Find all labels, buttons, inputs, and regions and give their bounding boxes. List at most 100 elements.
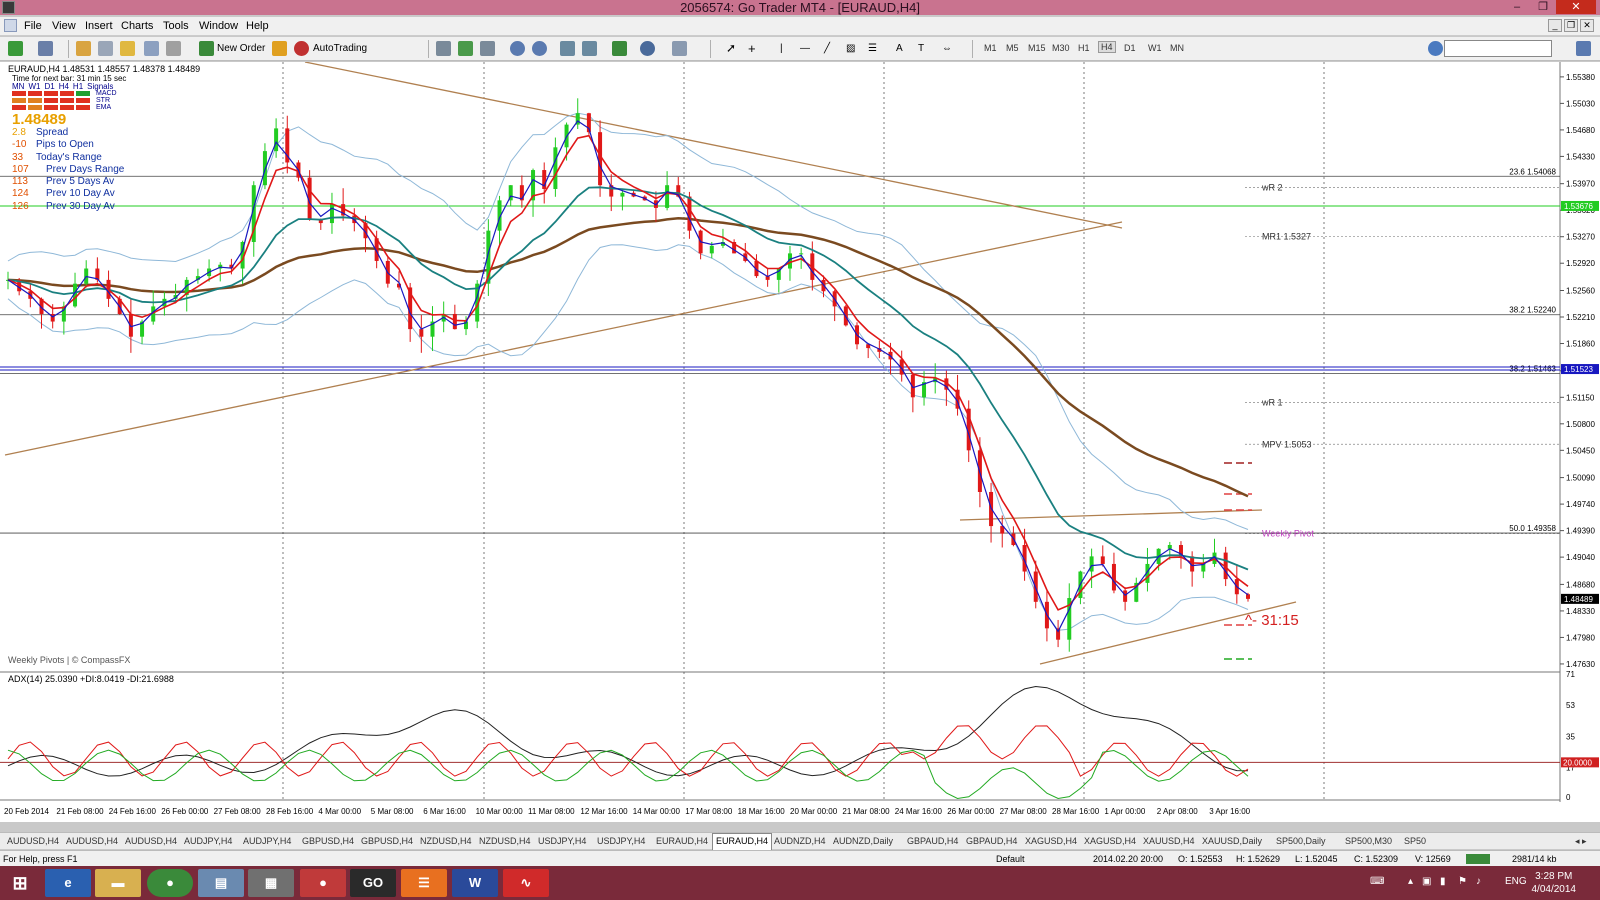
equidistant-channel-icon[interactable]: ▨: [846, 40, 855, 57]
taskbar-app-go-trader[interactable]: GO: [350, 869, 396, 897]
timeframe-m1[interactable]: M1: [984, 43, 997, 53]
autotrading-icon[interactable]: [294, 41, 309, 56]
line-chart-icon[interactable]: [480, 41, 495, 56]
symbol-tab[interactable]: NZDUSD,H4: [476, 834, 534, 849]
taskbar-app-ie[interactable]: e: [45, 869, 91, 897]
taskbar-app-paint[interactable]: ●: [300, 869, 346, 897]
menu-window[interactable]: Window: [199, 20, 238, 32]
symbol-tab[interactable]: GBPUSD,H4: [299, 834, 357, 849]
taskbar-app-word[interactable]: W: [452, 869, 498, 897]
symbol-tab[interactable]: AUDUSD,H4: [63, 834, 121, 849]
mdi-minimize-button[interactable]: _: [1548, 19, 1562, 32]
timeframe-m5[interactable]: M5: [1006, 43, 1019, 53]
volume-icon[interactable]: ♪: [1476, 876, 1481, 887]
taskbar-app-chrome[interactable]: ●: [147, 869, 193, 897]
symbol-tab[interactable]: SP50: [1401, 834, 1429, 849]
tab-scroll-arrows[interactable]: ◂ ▸: [1572, 834, 1590, 849]
symbol-tab[interactable]: EURAUD,H4: [653, 834, 711, 849]
tester-icon[interactable]: [166, 41, 181, 56]
symbol-tab[interactable]: XAUUSD,Daily: [1199, 834, 1265, 849]
symbol-tab[interactable]: AUDNZD,Daily: [830, 834, 896, 849]
symbol-tab[interactable]: XAGUSD,H4: [1022, 834, 1080, 849]
tray-arrow-icon[interactable]: ▴: [1408, 876, 1413, 887]
periods-icon[interactable]: [640, 41, 655, 56]
mdi-close-button[interactable]: ✕: [1580, 19, 1594, 32]
timeframe-d1[interactable]: D1: [1124, 43, 1136, 53]
new-order-icon[interactable]: [199, 41, 214, 56]
menu-file[interactable]: File: [24, 20, 42, 32]
symbol-tab[interactable]: USDJPY,H4: [535, 834, 589, 849]
timeframe-h4[interactable]: H4: [1098, 41, 1116, 53]
taskbar-app-explorer[interactable]: ▬: [95, 869, 141, 897]
start-button[interactable]: ⊞: [0, 869, 40, 897]
auto-scroll-icon[interactable]: [560, 41, 575, 56]
symbol-tab[interactable]: AUDJPY,H4: [240, 834, 294, 849]
terminal-icon[interactable]: [144, 41, 159, 56]
autotrading-button[interactable]: AutoTrading: [313, 40, 367, 57]
search-input[interactable]: [1444, 40, 1552, 57]
symbol-tab[interactable]: USDJPY,H4: [594, 834, 648, 849]
flag-icon[interactable]: ⚑: [1458, 876, 1467, 887]
horizontal-line-icon[interactable]: —: [800, 40, 810, 57]
symbol-tab[interactable]: AUDUSD,H4: [122, 834, 180, 849]
timeframe-mn[interactable]: MN: [1170, 43, 1184, 53]
clock[interactable]: 3:28 PM 4/04/2014: [1532, 870, 1577, 896]
restore-button[interactable]: ❐: [1530, 0, 1556, 14]
timeframe-m30[interactable]: M30: [1052, 43, 1070, 53]
symbol-tab[interactable]: GBPAUD,H4: [963, 834, 1020, 849]
chart-icon[interactable]: [4, 19, 17, 32]
taskbar-app-orange[interactable]: ☰: [401, 869, 447, 897]
close-button[interactable]: ✕: [1556, 0, 1596, 14]
price-chart[interactable]: 23.6 1.54068 38.2 1.52240 38.2 1.51463 50.0…: [0, 62, 1600, 822]
help-icon[interactable]: [1576, 41, 1591, 56]
text-label-icon[interactable]: T: [918, 40, 924, 57]
status-profile[interactable]: Default: [996, 851, 1025, 867]
menu-insert[interactable]: Insert: [85, 20, 113, 32]
community-icon[interactable]: [1428, 41, 1443, 56]
timeframe-w1[interactable]: W1: [1148, 43, 1162, 53]
taskbar-app-monitor[interactable]: ∿: [503, 869, 549, 897]
menu-view[interactable]: View: [52, 20, 76, 32]
timeframe-m15[interactable]: M15: [1028, 43, 1046, 53]
templates-icon[interactable]: [672, 41, 687, 56]
keyboard-icon[interactable]: ⌨: [1370, 876, 1384, 887]
data-window-icon[interactable]: [98, 41, 113, 56]
menu-tools[interactable]: Tools: [163, 20, 189, 32]
menu-help[interactable]: Help: [246, 20, 269, 32]
symbol-tab[interactable]: AUDUSD,H4: [4, 834, 62, 849]
menu-charts[interactable]: Charts: [121, 20, 153, 32]
candlestick-icon[interactable]: [458, 41, 473, 56]
network-icon[interactable]: ▣: [1422, 876, 1431, 887]
symbol-tab[interactable]: AUDJPY,H4: [181, 834, 235, 849]
symbol-tab[interactable]: GBPUSD,H4: [358, 834, 416, 849]
symbol-tab[interactable]: EURAUD,H4: [712, 833, 773, 850]
metaeditor-icon[interactable]: [272, 41, 287, 56]
mdi-restore-button[interactable]: ❐: [1564, 19, 1578, 32]
taskbar-app-calculator[interactable]: ▦: [248, 869, 294, 897]
chart-window[interactable]: 23.6 1.54068 38.2 1.52240 38.2 1.51463 50.0…: [0, 62, 1600, 822]
zoom-out-icon[interactable]: [532, 41, 547, 56]
symbol-tab[interactable]: SP500,M30: [1342, 834, 1395, 849]
vertical-line-icon[interactable]: |: [780, 40, 783, 57]
language-indicator[interactable]: ENG: [1505, 876, 1527, 887]
chart-shift-icon[interactable]: [582, 41, 597, 56]
navigator-icon[interactable]: [120, 41, 135, 56]
symbol-tab[interactable]: XAUUSD,H4: [1140, 834, 1198, 849]
new-order-button[interactable]: New Order: [217, 40, 265, 57]
text-icon[interactable]: A: [896, 40, 903, 57]
profiles-icon[interactable]: [38, 41, 53, 56]
taskbar-app-notepad[interactable]: ▤: [198, 869, 244, 897]
market-watch-icon[interactable]: [76, 41, 91, 56]
symbol-tab[interactable]: GBPAUD,H4: [904, 834, 961, 849]
new-chart-icon[interactable]: [8, 41, 23, 56]
trendline-icon[interactable]: ╱: [824, 40, 830, 57]
fibonacci-icon[interactable]: ☰: [868, 40, 877, 57]
zoom-in-icon[interactable]: [510, 41, 525, 56]
cursor-icon[interactable]: ➚: [726, 40, 736, 57]
arrows-icon[interactable]: ⇔: [942, 40, 952, 57]
bar-chart-icon[interactable]: [436, 41, 451, 56]
symbol-tab[interactable]: XAGUSD,H4: [1081, 834, 1139, 849]
crosshair-icon[interactable]: +: [748, 40, 756, 57]
indicators-icon[interactable]: [612, 41, 627, 56]
battery-icon[interactable]: ▮: [1440, 876, 1446, 887]
